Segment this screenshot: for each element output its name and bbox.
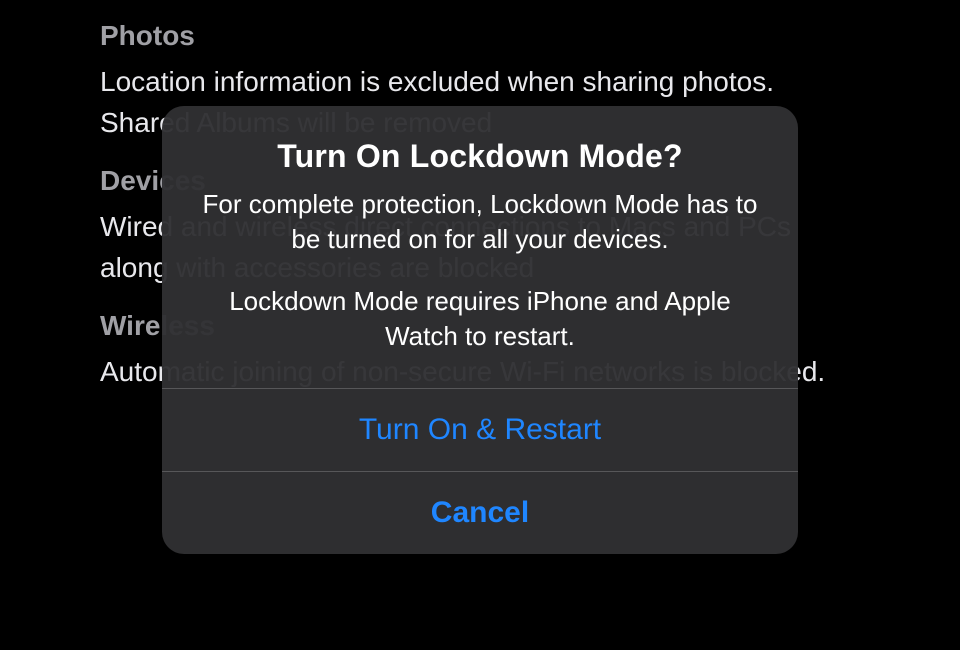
alert-title: Turn On Lockdown Mode?	[192, 138, 768, 175]
alert-message-1: For complete protection, Lockdown Mode h…	[192, 187, 768, 257]
alert-message-2: Lockdown Mode requires iPhone and Apple …	[192, 284, 768, 354]
cancel-button[interactable]: Cancel	[162, 471, 798, 554]
modal-overlay: Turn On Lockdown Mode? For complete prot…	[0, 0, 960, 650]
turn-on-restart-button[interactable]: Turn On & Restart	[162, 388, 798, 471]
alert-body: Turn On Lockdown Mode? For complete prot…	[162, 106, 798, 387]
lockdown-mode-alert: Turn On Lockdown Mode? For complete prot…	[162, 106, 798, 553]
